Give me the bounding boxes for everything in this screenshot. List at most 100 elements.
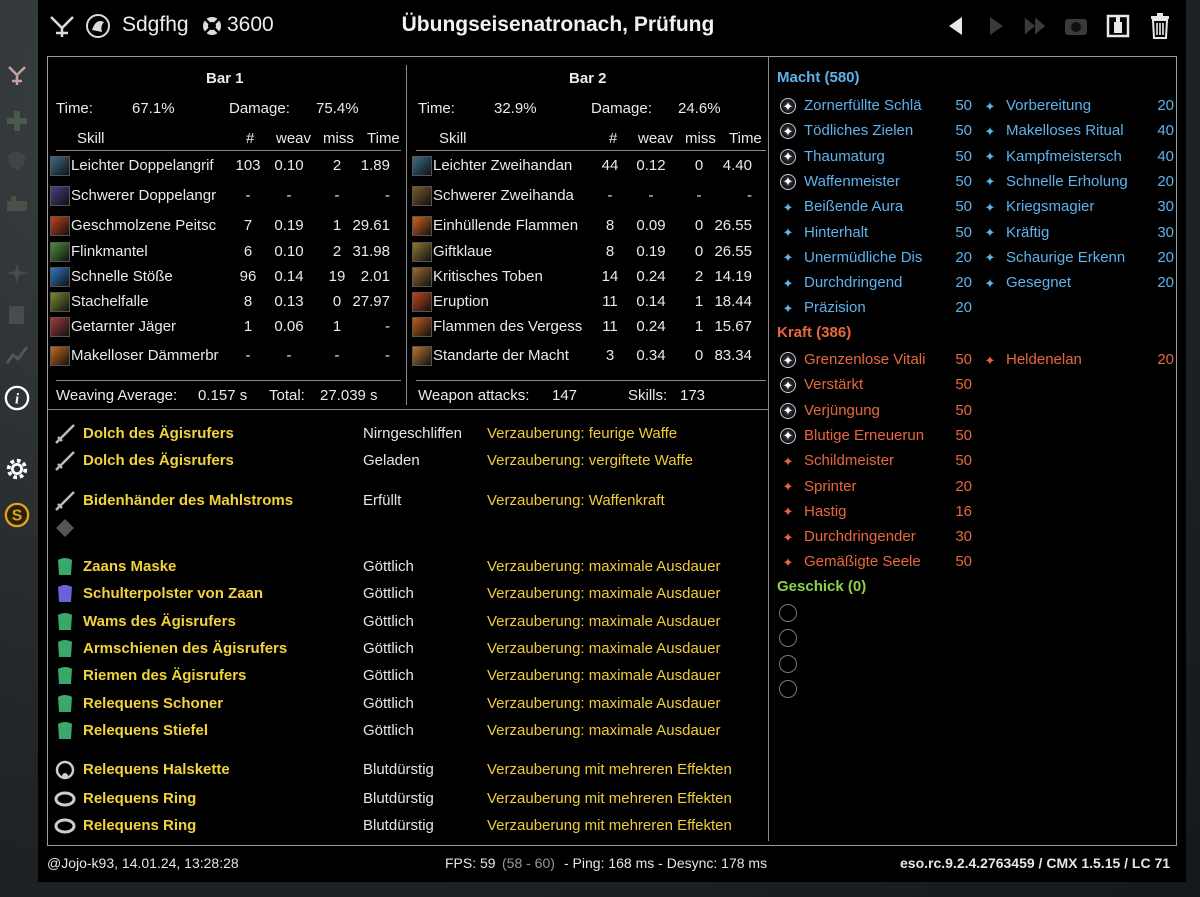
- previous-fight-icon[interactable]: [942, 12, 970, 40]
- cp-star-name: Zornerfüllte Schlä: [804, 97, 922, 114]
- star-burst-icon[interactable]: [4, 260, 30, 286]
- skill-name: Standarte der Macht: [433, 347, 569, 364]
- cp-star-value: 50: [955, 553, 972, 571]
- star-icon: ✦: [984, 275, 996, 291]
- skill-time: 1.89: [360, 157, 390, 174]
- gear-trait: Erfüllt: [363, 492, 402, 509]
- skill-count: 8: [605, 243, 615, 260]
- window-header: Sdgfhg 3600 Übungseisenatronach, Prüfung: [38, 0, 1186, 52]
- skill-count: -: [245, 347, 251, 364]
- skill-miss: 0: [694, 243, 704, 260]
- skill-weave: -: [286, 187, 292, 204]
- settings-gear-icon[interactable]: [4, 456, 30, 482]
- skill-time: 31.98: [352, 243, 390, 260]
- skill-name: Getarnter Jäger: [71, 318, 177, 335]
- bar1-time-label: Time:: [56, 100, 93, 117]
- cp-star-name: Präzision: [804, 299, 866, 317]
- cp-star-name: Waffenmeister: [804, 172, 900, 190]
- bar1-col-miss: miss: [323, 130, 354, 147]
- empty-cp-slot-icon[interactable]: [779, 655, 797, 673]
- gear-name: Riemen des Ägisrufers: [83, 667, 247, 684]
- bar2-col-count: #: [609, 130, 618, 147]
- cp-star-name: Sprinter: [804, 477, 857, 495]
- skill-miss: -: [334, 187, 340, 204]
- cp-star-name: Beißende Aura: [804, 198, 904, 216]
- skill-count: 11: [602, 318, 618, 335]
- group-icon[interactable]: [4, 190, 30, 216]
- cp-star-value: 50: [955, 147, 972, 165]
- export-icon[interactable]: [1104, 12, 1132, 40]
- bar2-time-label: Time:: [418, 100, 455, 117]
- star-icon: ✦: [782, 300, 794, 316]
- cp-star-value: 50: [955, 172, 972, 190]
- gear-name: Relequens Schoner: [83, 695, 224, 712]
- skill-time: 83.34: [714, 347, 752, 364]
- cp-star-value: 30: [1157, 198, 1174, 216]
- total-value: 27.039 s: [320, 387, 378, 404]
- geschick-heading: Geschick (0): [777, 578, 867, 595]
- cp-star-value: 20: [1157, 248, 1174, 266]
- scroll-icon[interactable]: [4, 302, 30, 328]
- gear-trait: Blutdürstig: [363, 817, 434, 834]
- save-fight-icon[interactable]: [1062, 12, 1090, 40]
- skills-label: Skills:: [628, 387, 668, 404]
- bar2-col-time: Time: [729, 130, 762, 147]
- bracer-icon: [54, 638, 76, 660]
- skill-count: 8: [605, 217, 615, 234]
- last-fight-icon[interactable]: [1022, 12, 1050, 40]
- star-icon: ✦: [782, 453, 794, 469]
- empty-cp-slot-icon[interactable]: [779, 629, 797, 647]
- empty-cp-slot-icon[interactable]: [779, 680, 797, 698]
- skill-count: 103: [235, 157, 261, 174]
- skill-weave: -: [648, 187, 654, 204]
- empty-cp-slot-icon[interactable]: [779, 604, 797, 622]
- star-icon: ✦: [984, 352, 996, 368]
- sword-icon: [54, 490, 76, 512]
- gear-name: Bidenhänder des Mahlstroms: [83, 492, 294, 509]
- gear-name: Wams des Ägisrufers: [83, 613, 236, 630]
- heal-cross-icon[interactable]: [4, 108, 30, 134]
- skill-icon: [412, 317, 432, 337]
- skill-miss: 0: [694, 217, 704, 234]
- skill-name: Stachelfalle: [71, 293, 149, 310]
- skill-icon: [412, 267, 432, 287]
- cp-star-value: 40: [1157, 147, 1174, 165]
- skill-icon: [412, 346, 432, 366]
- slotted-star-icon: ✦: [779, 402, 797, 420]
- gear-top-line: [48, 409, 768, 410]
- skill-icon: [412, 156, 432, 176]
- bar1-time-value: 67.1%: [132, 100, 175, 117]
- gear-name: Relequens Ring: [83, 790, 197, 807]
- star-icon: ✦: [782, 529, 794, 545]
- skill-name: Kritisches Toben: [433, 268, 543, 285]
- gear-enchantment: Verzauberung: vergiftete Waffe: [487, 452, 693, 469]
- cp-star-name: Vorbereitung: [1006, 97, 1092, 114]
- cp-star-name: Unermüdliche Dis: [804, 248, 923, 266]
- skill-name: Schnelle Stöße: [71, 268, 173, 285]
- gear-trait: Göttlich: [363, 585, 414, 602]
- graph-icon[interactable]: [4, 342, 30, 368]
- gear-trait: Göttlich: [363, 722, 414, 739]
- shield-icon[interactable]: [4, 148, 30, 174]
- bar1-col-count: #: [246, 130, 255, 147]
- slotted-star-icon: ✦: [779, 97, 797, 115]
- star-icon: ✦: [984, 250, 996, 266]
- boots-icon: [54, 720, 76, 742]
- info-icon[interactable]: i: [4, 385, 30, 411]
- slotted-star-icon: ✦: [779, 122, 797, 140]
- class-crest-icon[interactable]: [4, 62, 30, 88]
- skill-name: Flammen des Vergess: [433, 318, 583, 335]
- skill-time: -: [385, 347, 390, 364]
- gold-s-icon[interactable]: S: [4, 502, 30, 528]
- skill-time: -: [385, 318, 390, 335]
- skill-name: Eruption: [433, 293, 489, 310]
- macht-heading: Macht (580): [777, 69, 860, 86]
- cp-star-name: Durchdringender: [804, 528, 916, 546]
- next-fight-icon[interactable]: [982, 12, 1010, 40]
- footer-ping: - Ping: 168 ms - Desync: 178 ms: [564, 855, 768, 871]
- weapon-attacks-value: 147: [552, 387, 578, 404]
- gear-trait: Göttlich: [363, 558, 414, 575]
- gear-enchantment: Verzauberung: maximale Ausdauer: [487, 640, 721, 657]
- trash-icon[interactable]: [1146, 12, 1174, 40]
- cp-star-value: 50: [955, 452, 972, 470]
